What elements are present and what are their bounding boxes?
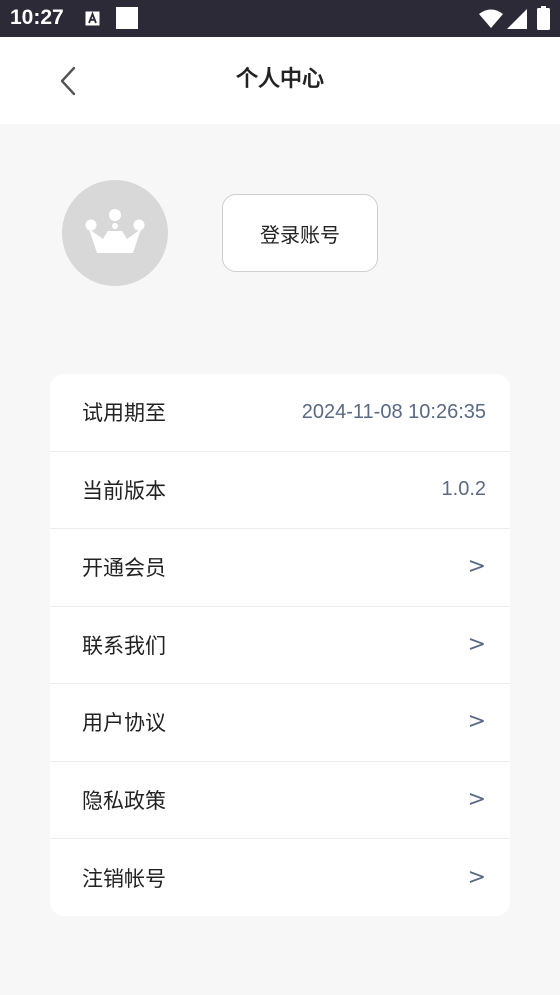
menu-row-user-agreement[interactable]: 用户协议 >: [50, 684, 510, 762]
menu-card: 试用期至 2024-11-08 10:26:35 当前版本 1.0.2 开通会员…: [50, 374, 510, 916]
avatar[interactable]: [62, 180, 168, 286]
app-header: 个人中心: [0, 37, 560, 124]
status-time: 10:27: [10, 6, 64, 29]
chevron-right-icon: >: [467, 631, 486, 657]
battery-icon: [537, 6, 550, 30]
chevron-right-icon: >: [467, 864, 486, 890]
menu-label: 注销帐号: [82, 866, 166, 891]
menu-value: 2024-11-08 10:26:35: [301, 400, 486, 423]
menu-label: 当前版本: [82, 478, 166, 503]
chevron-right-icon: >: [467, 786, 486, 812]
menu-row-delete-account[interactable]: 注销帐号 >: [50, 839, 510, 916]
signal-icon: [507, 9, 527, 29]
menu-label: 用户协议: [82, 711, 166, 736]
a-notification-icon: [85, 11, 100, 26]
menu-value: 1.0.2: [441, 478, 486, 501]
square-notification-icon: [116, 7, 138, 29]
menu-label: 试用期至: [82, 401, 166, 426]
login-button[interactable]: 登录账号: [222, 194, 378, 272]
menu-row-trial-expiry: 试用期至 2024-11-08 10:26:35: [50, 374, 510, 452]
wifi-icon: [479, 9, 503, 28]
menu-label: 开通会员: [82, 556, 166, 581]
menu-row-membership[interactable]: 开通会员 >: [50, 529, 510, 607]
menu-row-privacy-policy[interactable]: 隐私政策 >: [50, 762, 510, 839]
menu-label: 隐私政策: [82, 788, 166, 813]
status-bar: 10:27: [0, 0, 560, 37]
menu-label: 联系我们: [82, 633, 166, 658]
chevron-right-icon: >: [467, 709, 486, 735]
chevron-right-icon: >: [467, 554, 486, 580]
menu-row-contact[interactable]: 联系我们 >: [50, 607, 510, 684]
menu-row-version: 当前版本 1.0.2: [50, 452, 510, 529]
page-title: 个人中心: [235, 67, 324, 92]
crown-icon: [85, 209, 145, 253]
